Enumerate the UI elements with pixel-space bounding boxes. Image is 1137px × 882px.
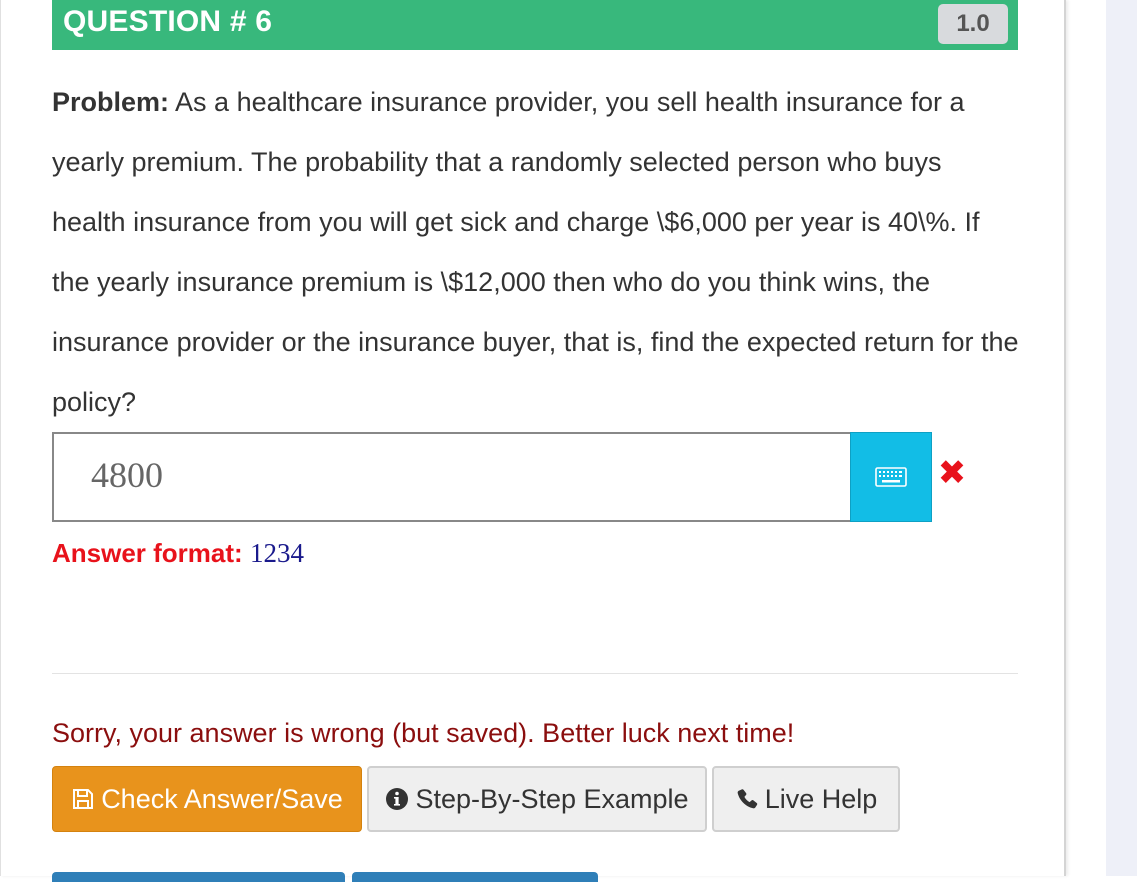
answer-format: Answer format: 1234 — [52, 538, 304, 569]
answer-input[interactable]: 4800 — [52, 432, 852, 522]
bottom-button-2[interactable] — [352, 872, 598, 882]
answer-format-label: Answer format: — [52, 538, 243, 568]
check-answer-label: Check Answer/Save — [101, 783, 343, 814]
bottom-button-1[interactable] — [52, 872, 345, 882]
keyboard-button[interactable] — [850, 432, 932, 522]
answer-value: 4800 — [91, 455, 163, 495]
step-by-step-button[interactable]: Step-By-Step Example — [367, 766, 707, 832]
answer-format-example: 1234 — [249, 538, 304, 568]
step-by-step-label: Step-By-Step Example — [415, 783, 689, 814]
info-icon — [386, 788, 409, 810]
points-badge: 1.0 — [938, 4, 1008, 44]
feedback-message: Sorry, your answer is wrong (but saved).… — [52, 718, 795, 748]
question-header: QUESTION # 6 1.0 — [52, 0, 1018, 50]
keyboard-icon — [875, 467, 907, 487]
question-card: QUESTION # 6 1.0 Problem: As a healthcar… — [0, 0, 1066, 882]
problem-text: As a healthcare insurance provider, you … — [52, 87, 1019, 417]
problem-label: Problem: — [52, 87, 170, 117]
problem-statement: Problem: As a healthcare insurance provi… — [52, 72, 1022, 432]
question-title: QUESTION # 6 — [63, 5, 273, 38]
live-help-button[interactable]: Live Help — [712, 766, 900, 832]
live-help-label: Live Help — [764, 783, 878, 814]
wrong-x-icon: ✖ — [937, 454, 967, 492]
right-gutter — [1106, 0, 1137, 876]
divider — [52, 673, 1018, 674]
phone-icon — [737, 789, 757, 809]
check-answer-button[interactable]: Check Answer/Save — [52, 766, 362, 832]
save-icon — [73, 789, 94, 809]
